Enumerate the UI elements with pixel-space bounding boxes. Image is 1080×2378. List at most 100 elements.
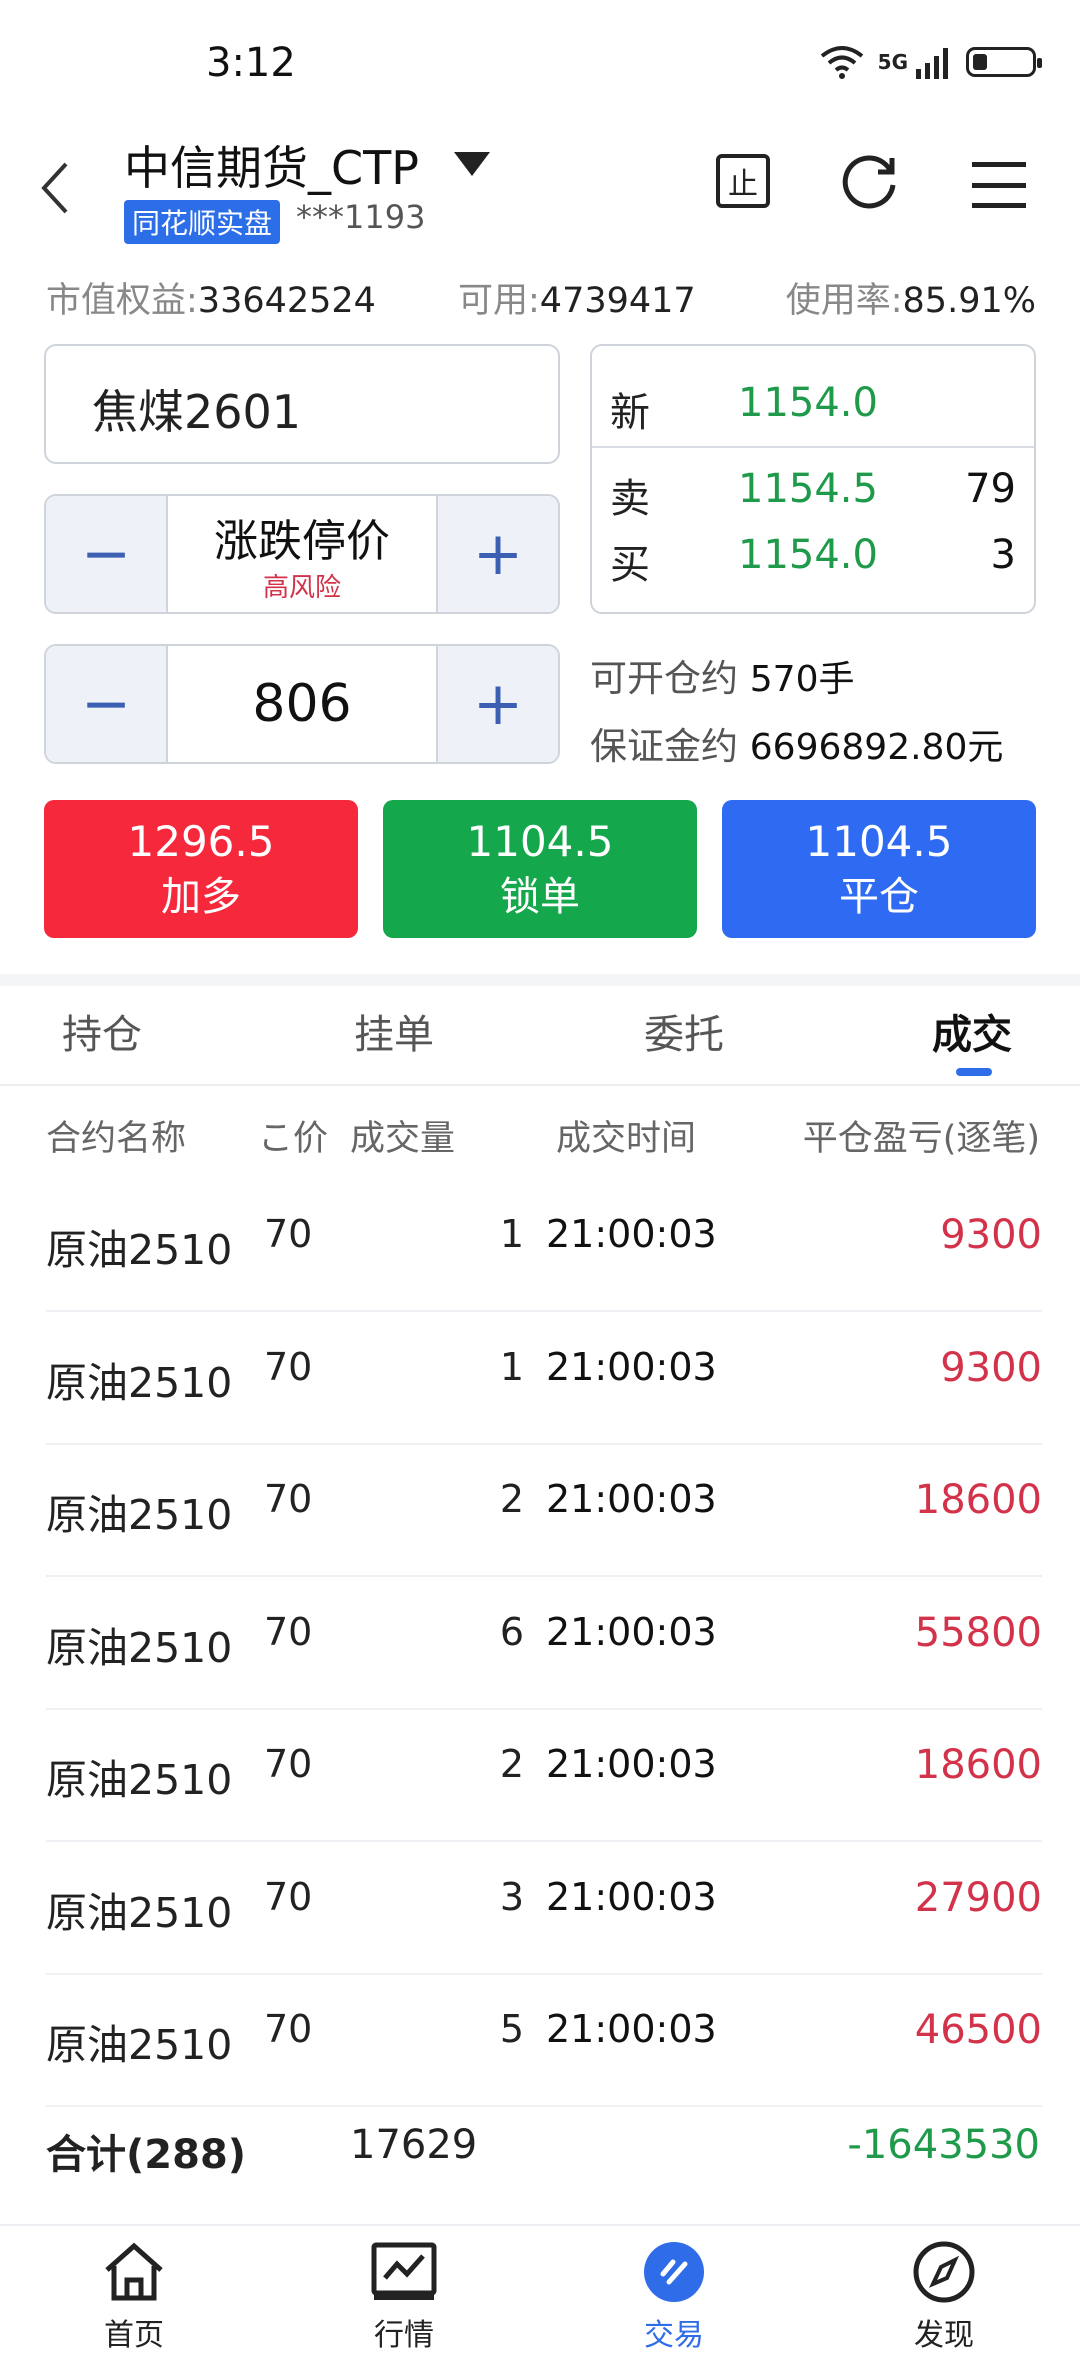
chart-icon bbox=[371, 2242, 437, 2300]
table-row[interactable]: 原油2510 70 2 21:00:03 18600 bbox=[46, 1708, 1042, 1842]
cell-price: 70 bbox=[264, 1477, 313, 1521]
nav-discover-label: 发现 bbox=[914, 2318, 974, 2353]
nav-home[interactable]: 首页 bbox=[54, 2240, 214, 2354]
total-pnl: -1643530 bbox=[847, 2122, 1040, 2168]
open-capacity-value: 570手 bbox=[749, 659, 855, 700]
nav-market[interactable]: 行情 bbox=[324, 2240, 484, 2354]
tab-positions[interactable]: 持仓 bbox=[62, 1002, 142, 1060]
col-header-pnl: 平仓盈亏(逐笔) bbox=[802, 1119, 1040, 1159]
quantity-input[interactable]: 806 bbox=[168, 646, 436, 762]
quantity-value: 806 bbox=[252, 674, 352, 734]
cell-close-pnl: 55800 bbox=[914, 1609, 1042, 1656]
account-dropdown[interactable] bbox=[452, 150, 492, 182]
table-row[interactable]: 原油2510 70 3 21:00:03 27900 bbox=[46, 1841, 1042, 1975]
add-long-price: 1296.5 bbox=[127, 816, 275, 866]
usage-summary: 使用率:85.91% bbox=[786, 272, 1036, 323]
tab-pending[interactable]: 挂单 bbox=[354, 1002, 434, 1060]
tab-orders[interactable]: 委托 bbox=[644, 1002, 724, 1060]
tabs-divider bbox=[0, 1084, 1080, 1086]
bottom-nav: 首页 行情 交易 发现 bbox=[0, 2224, 1080, 2378]
cell-close-pnl: 18600 bbox=[914, 1477, 1042, 1523]
quote-buy-row[interactable]: 买 1154.0 3 bbox=[610, 532, 1016, 590]
table-row[interactable]: 原油2510 70 2 21:00:03 18600 bbox=[46, 1443, 1042, 1577]
lock-label: 锁单 bbox=[500, 874, 580, 921]
cell-close-pnl: 27900 bbox=[914, 1874, 1042, 1921]
menu-button[interactable] bbox=[970, 160, 1028, 214]
table-row[interactable]: 原油2510 70 1 21:00:03 9300 bbox=[46, 1311, 1042, 1445]
menu-icon bbox=[972, 162, 1026, 208]
back-button[interactable] bbox=[40, 160, 70, 220]
wifi-icon bbox=[820, 46, 863, 79]
col-header-name: 合约名称 bbox=[46, 1119, 187, 1159]
add-long-label: 加多 bbox=[161, 874, 241, 921]
table-row[interactable]: 原油2510 70 5 21:00:03 46500 bbox=[46, 1973, 1042, 2107]
cell-quantity: 1 bbox=[499, 1344, 524, 1389]
equity-label: 市值权益: bbox=[46, 281, 198, 321]
buy-price: 1154.0 bbox=[738, 532, 878, 578]
buy-volume: 3 bbox=[990, 532, 1016, 578]
cell-fill-time: 21:00:03 bbox=[546, 2007, 717, 2051]
sell-volume: 79 bbox=[965, 466, 1016, 512]
quantity-increase-button[interactable]: + bbox=[436, 646, 558, 762]
stop-icon: 止 bbox=[716, 154, 770, 208]
total-label: 合计(288) bbox=[46, 2132, 247, 2178]
tab-fills[interactable]: 成交 bbox=[932, 1002, 1012, 1060]
cell-fill-time: 21:00:03 bbox=[546, 1477, 717, 1521]
cell-fill-time: 21:00:03 bbox=[546, 1742, 717, 1786]
margin-value: 6696892.80元 bbox=[749, 727, 1004, 768]
home-icon bbox=[105, 2242, 163, 2301]
cell-price: 70 bbox=[264, 1212, 313, 1256]
network-label: 5G bbox=[877, 50, 908, 74]
refresh-icon bbox=[842, 155, 896, 209]
new-label: 新 bbox=[610, 390, 650, 436]
cell-close-pnl: 9300 bbox=[940, 1212, 1042, 1258]
lock-button[interactable]: 1104.5 锁单 bbox=[383, 800, 697, 938]
compass-icon bbox=[913, 2241, 975, 2303]
account-type-badge: 同花顺实盘 bbox=[124, 200, 281, 244]
equity-value: 33642524 bbox=[197, 281, 376, 321]
equity-summary: 市值权益:33642524 bbox=[46, 272, 376, 323]
signal-icon bbox=[916, 48, 948, 79]
open-capacity-label: 可开仓约 bbox=[590, 657, 738, 700]
cell-contract-name: 原油2510 bbox=[46, 1358, 233, 1407]
table-row[interactable]: 原油2510 70 1 21:00:03 9300 bbox=[46, 1178, 1042, 1312]
available-summary: 可用:4739417 bbox=[458, 272, 696, 323]
price-increase-button[interactable]: + bbox=[436, 496, 558, 612]
close-position-button[interactable]: 1104.5 平仓 bbox=[722, 800, 1036, 938]
cell-price: 70 bbox=[264, 2007, 313, 2051]
cell-quantity: 2 bbox=[499, 1477, 524, 1521]
refresh-button[interactable] bbox=[838, 150, 900, 216]
cell-fill-time: 21:00:03 bbox=[546, 1609, 717, 1654]
nav-discover[interactable]: 发现 bbox=[864, 2240, 1024, 2354]
stop-order-button[interactable]: 止 bbox=[716, 154, 770, 208]
price-decrease-button[interactable]: − bbox=[46, 496, 168, 612]
cell-contract-name: 原油2510 bbox=[46, 1623, 233, 1672]
close-position-label: 平仓 bbox=[839, 874, 919, 921]
quote-panel: 新 1154.0 卖 1154.5 79 买 1154.0 3 bbox=[590, 344, 1036, 614]
nav-market-label: 行情 bbox=[374, 2318, 434, 2353]
cell-close-pnl: 46500 bbox=[914, 2007, 1042, 2053]
cell-price: 70 bbox=[264, 1742, 313, 1786]
lock-price: 1104.5 bbox=[466, 816, 614, 866]
cell-price: 70 bbox=[264, 1874, 313, 1919]
margin-estimate: 保证金约 6696892.80元 bbox=[590, 716, 1003, 770]
new-price: 1154.0 bbox=[738, 380, 878, 426]
battery-icon bbox=[966, 47, 1042, 77]
add-long-button[interactable]: 1296.5 加多 bbox=[44, 800, 358, 938]
cell-contract-name: 原油2510 bbox=[46, 2021, 233, 2069]
quantity-decrease-button[interactable]: − bbox=[46, 646, 168, 762]
cell-contract-name: 原油2510 bbox=[46, 1491, 233, 1539]
usage-value: 85.91% bbox=[902, 281, 1036, 321]
chevron-left-icon bbox=[41, 162, 68, 214]
nav-trade[interactable]: 交易 bbox=[594, 2240, 754, 2354]
cell-price: 70 bbox=[264, 1344, 313, 1389]
account-title[interactable]: 中信期货_CTP bbox=[124, 132, 419, 198]
quote-sell-row[interactable]: 卖 1154.5 79 bbox=[610, 466, 1016, 524]
quote-divider bbox=[592, 446, 1034, 448]
table-row[interactable]: 原油2510 70 6 21:00:03 55800 bbox=[46, 1576, 1042, 1710]
price-mode-selector[interactable]: 涨跌停价 高风险 bbox=[168, 496, 436, 612]
available-value: 4739417 bbox=[539, 281, 696, 321]
col-header-qty: 成交量 bbox=[350, 1119, 456, 1159]
price-stepper: − 涨跌停价 高风险 + bbox=[44, 494, 560, 614]
contract-input[interactable]: 焦煤2601 bbox=[44, 344, 560, 464]
